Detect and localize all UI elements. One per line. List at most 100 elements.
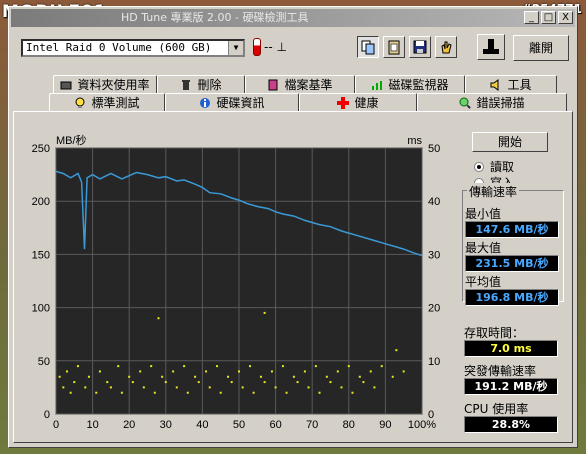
x-tick-label: 90 — [379, 419, 391, 431]
save-button[interactable] — [409, 36, 431, 58]
toolbar: Intel Raid 0 Volume (600 GB) ▼ -- ⊥ 離開 — [9, 29, 577, 69]
access-time-point — [362, 381, 365, 384]
thermometer-icon — [253, 38, 261, 56]
drive-select[interactable]: Intel Raid 0 Volume (600 GB) ▼ — [21, 39, 245, 57]
avg-value: 196.8 MB/秒 — [465, 289, 559, 306]
avg-label: 平均值 — [465, 275, 502, 289]
tab-label: 錯誤掃描 — [476, 96, 525, 110]
access-time-point — [285, 391, 288, 394]
access-time-point — [164, 381, 167, 384]
x-tick-label: 70 — [306, 419, 318, 431]
y-tick-right-label: 30 — [428, 249, 440, 261]
access-time-point — [183, 365, 186, 368]
access-time-point — [205, 370, 208, 373]
access-time-point — [172, 370, 175, 373]
tab-disk-monitor[interactable]: 磁碟監視器 — [355, 75, 465, 93]
access-time-point — [259, 375, 262, 378]
access-time-point — [241, 386, 244, 389]
x-tick-label: 60 — [269, 419, 281, 431]
copy-icon — [361, 40, 375, 55]
access-time-point — [131, 381, 134, 384]
copy-info-button[interactable] — [357, 36, 379, 58]
tab-erase[interactable]: 刪除 — [157, 75, 245, 93]
access-time-point — [369, 370, 372, 373]
tab-drive-info[interactable]: 硬碟資訊 — [165, 93, 299, 111]
close-button[interactable]: X — [558, 11, 573, 24]
tabs-bottom-row: 標準測試 硬碟資訊 健康 錯誤掃描 — [49, 93, 567, 111]
bulb-icon — [75, 97, 85, 108]
access-time-point — [161, 375, 164, 378]
tab-label: 檔案基準 — [284, 78, 333, 92]
tab-tools[interactable]: 工具 — [465, 75, 557, 93]
access-time-point — [303, 370, 306, 373]
minimize-button[interactable]: _ — [524, 11, 539, 24]
x-tick-label: 10 — [86, 419, 98, 431]
tab-label: 硬碟資訊 — [216, 96, 265, 110]
y-tick-right-label: 40 — [428, 196, 440, 208]
file-benchmark-icon — [268, 79, 278, 90]
access-time-point — [197, 381, 200, 384]
y-tick-left-label: 100 — [32, 303, 50, 315]
access-time-point — [252, 391, 255, 394]
tab-error-scan[interactable]: 錯誤掃描 — [417, 93, 567, 111]
tab-folder-usage[interactable]: 資料夾使用率 — [53, 75, 157, 93]
access-time-point — [186, 391, 189, 394]
benchmark-chart: 050100150200250010203040500 10 20 30 40 50 60 7… — [32, 133, 441, 431]
access-time-point — [117, 365, 120, 368]
burst-rate-label: 突發傳輸速率 — [464, 364, 537, 378]
access-time-point — [153, 391, 156, 394]
tab-benchmark[interactable]: 標準測試 — [49, 93, 165, 111]
hdtune-window: HD Tune 專業版 2.00 - 硬碟檢測工具 _ □ X Intel Ra… — [8, 6, 578, 448]
y-tick-right-label: 20 — [428, 303, 440, 315]
copy-text-button[interactable] — [383, 36, 405, 58]
temperature-value: -- ⊥ — [264, 40, 287, 54]
disk-monitor-icon — [372, 80, 383, 90]
access-time-point — [395, 349, 398, 352]
access-time-point — [358, 375, 361, 378]
y-tick-left-label: 200 — [32, 196, 50, 208]
info-icon — [200, 97, 211, 108]
exit-button[interactable]: 離開 — [513, 35, 569, 61]
options-button[interactable] — [435, 36, 457, 58]
max-value: 231.5 MB/秒 — [465, 255, 559, 272]
tab-label: 工具 — [507, 78, 532, 92]
x-tick-label: 20 — [123, 419, 135, 431]
drive-select-value: Intel Raid 0 Volume (600 GB) — [26, 41, 212, 54]
drive-eject-button[interactable] — [477, 34, 505, 60]
x-tick-label: 30 — [160, 419, 172, 431]
y-tick-left-label: 150 — [32, 249, 50, 261]
x-tick-label: 50 — [233, 419, 245, 431]
access-time-point — [347, 365, 350, 368]
benchmark-panel: 0 50 100 150 200 250 0 10 20 30 40 50 0 10 20 30 40 50 60 7… — [13, 111, 573, 443]
access-time-point — [142, 386, 145, 389]
y-axis-left-title: MB/秒 — [56, 133, 87, 147]
access-time-point — [325, 375, 328, 378]
y-axis-right-title: ms — [407, 135, 422, 147]
window-title: HD Tune 專業版 2.00 - 硬碟檢測工具 — [121, 11, 309, 24]
floppy-icon — [413, 40, 427, 54]
access-time-point — [380, 365, 383, 368]
access-time-point — [402, 370, 405, 373]
access-time-point — [340, 386, 343, 389]
tab-health[interactable]: 健康 — [299, 93, 417, 111]
tab-label: 刪除 — [197, 78, 222, 92]
radio-read[interactable]: 讀取 — [474, 158, 514, 175]
access-time-point — [87, 375, 90, 378]
access-time-point — [281, 365, 284, 368]
maximize-button[interactable]: □ — [541, 11, 556, 24]
start-button[interactable]: 開始 — [472, 132, 548, 152]
access-time-point — [73, 381, 76, 384]
hand-icon — [441, 41, 452, 54]
access-time-point — [106, 381, 109, 384]
min-value: 147.6 MB/秒 — [465, 221, 559, 238]
access-time-point — [150, 365, 153, 368]
access-time-point — [274, 386, 277, 389]
radio-read-dot[interactable] — [474, 161, 484, 172]
access-time-point — [219, 391, 222, 394]
access-time-point — [76, 365, 79, 368]
y-tick-left-label: 250 — [32, 143, 50, 155]
access-time-point — [84, 386, 87, 389]
chevron-down-icon[interactable]: ▼ — [228, 41, 243, 55]
access-time-point — [263, 311, 266, 314]
tab-file-benchmark[interactable]: 檔案基準 — [245, 75, 355, 93]
